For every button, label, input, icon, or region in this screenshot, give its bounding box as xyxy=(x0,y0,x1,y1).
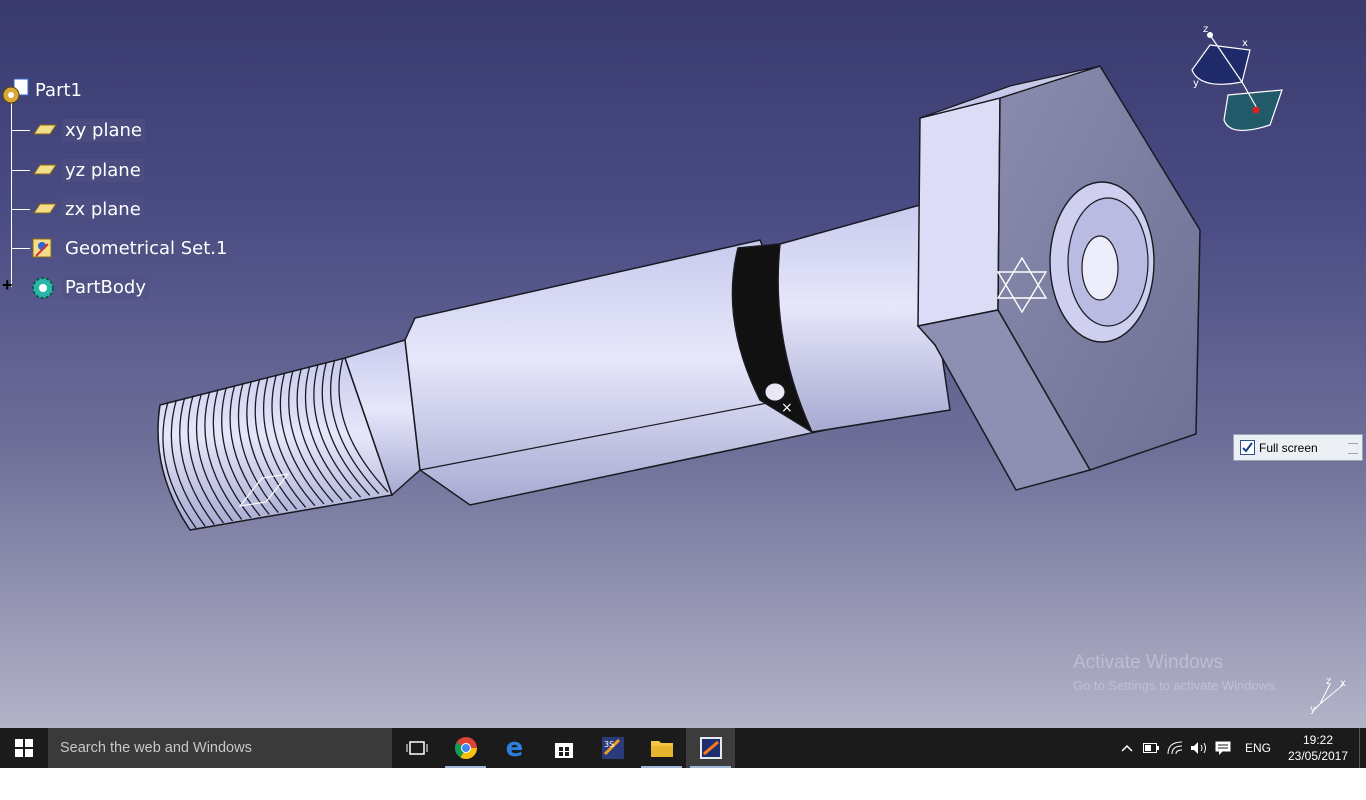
3d-compass[interactable]: z x y xyxy=(1180,20,1300,140)
windows-logo-icon xyxy=(15,739,33,757)
system-tray: ENG 19:22 23/05/2017 xyxy=(1115,728,1366,768)
battery-icon[interactable] xyxy=(1139,728,1163,768)
show-desktop-button[interactable] xyxy=(1359,728,1366,768)
tree-label-partbody[interactable]: PartBody xyxy=(62,275,149,299)
tree-label-yz-plane[interactable]: yz plane xyxy=(62,158,144,182)
chrome-taskbar-button[interactable] xyxy=(441,728,490,768)
expand-plus-icon[interactable]: + xyxy=(2,276,18,294)
tree-label-part1[interactable]: Part1 xyxy=(32,79,85,102)
tree-item-xy-plane[interactable]: xy plane xyxy=(12,118,145,142)
edge-icon: e xyxy=(505,733,524,763)
fullscreen-label[interactable]: Full screen xyxy=(1259,441,1318,455)
tree-item-yz-plane[interactable]: yz plane xyxy=(12,158,144,182)
tree-label-zx-plane[interactable]: zx plane xyxy=(62,197,144,221)
mini-axis-z: z xyxy=(1326,676,1331,687)
catia-app-icon xyxy=(699,737,722,759)
language-indicator[interactable]: ENG xyxy=(1235,741,1281,755)
store-taskbar-button[interactable] xyxy=(539,728,588,768)
point-marker: × xyxy=(781,400,793,416)
toolbar-grip-icon[interactable] xyxy=(1348,443,1358,454)
plane-icon xyxy=(30,158,58,182)
start-button[interactable] xyxy=(0,728,48,768)
file-explorer-icon xyxy=(650,741,673,757)
tree-item-partbody[interactable]: + PartBody xyxy=(2,275,149,299)
search-placeholder: Search the web and Windows xyxy=(60,740,252,756)
catia-launcher-icon: 3S xyxy=(601,737,624,759)
windows-taskbar: Search the web and Windows e 3S ENG 19:2… xyxy=(0,728,1366,768)
compass-x-label: x xyxy=(1242,38,1248,49)
activate-windows-watermark: Activate Windows Go to Settings to activ… xyxy=(1073,652,1278,693)
taskbar-clock[interactable]: 19:22 23/05/2017 xyxy=(1281,732,1355,764)
clock-date: 23/05/2017 xyxy=(1287,749,1349,763)
3d-viewport[interactable]: × Part1 xy plane yz plane zx plane Geome… xyxy=(0,0,1366,728)
svg-text:3S: 3S xyxy=(604,740,614,749)
fullscreen-checkbox[interactable] xyxy=(1240,440,1255,455)
catia-launcher-button[interactable]: 3S xyxy=(588,728,637,768)
hex-head xyxy=(916,65,1201,491)
mini-axis-x: x xyxy=(1340,678,1346,689)
check-icon xyxy=(1242,442,1253,453)
taskbar-search-box[interactable]: Search the web and Windows xyxy=(48,728,392,768)
part-gear-icon xyxy=(0,78,29,104)
specification-tree[interactable]: Part1 xy plane yz plane zx plane Geometr… xyxy=(0,72,260,312)
compass-y-label: y xyxy=(1193,78,1199,89)
action-center-icon[interactable] xyxy=(1211,728,1235,768)
file-explorer-button[interactable] xyxy=(637,728,686,768)
tree-root-part1[interactable]: Part1 xyxy=(0,78,85,104)
fullscreen-toolbar[interactable]: Full screen xyxy=(1233,434,1363,461)
watermark-title: Activate Windows xyxy=(1073,652,1223,673)
tree-label-geometrical-set[interactable]: Geometrical Set.1 xyxy=(62,236,231,260)
edge-taskbar-button[interactable]: e xyxy=(490,728,539,768)
store-icon xyxy=(554,743,573,758)
plane-icon xyxy=(30,197,58,221)
show-hidden-icons-chevron-icon[interactable] xyxy=(1115,728,1139,768)
partbody-gear-icon xyxy=(30,275,58,299)
geometrical-set-icon xyxy=(30,236,58,260)
watermark-subtitle: Go to Settings to activate Windows. xyxy=(1073,678,1279,693)
task-view-button[interactable] xyxy=(392,728,441,768)
tree-item-geometrical-set[interactable]: Geometrical Set.1 xyxy=(12,236,231,260)
tree-item-zx-plane[interactable]: zx plane xyxy=(12,197,144,221)
chrome-icon xyxy=(454,737,477,759)
wifi-icon[interactable] xyxy=(1163,728,1187,768)
tree-label-xy-plane[interactable]: xy plane xyxy=(62,118,145,142)
volume-icon[interactable] xyxy=(1187,728,1211,768)
compass-z-label: z xyxy=(1203,24,1208,35)
mini-axis-y: y xyxy=(1310,704,1316,714)
catia-app-button[interactable] xyxy=(686,728,735,768)
clock-time: 19:22 xyxy=(1302,733,1334,747)
task-view-icon xyxy=(406,741,427,755)
mini-axis-icon: x z y xyxy=(1310,676,1346,714)
plane-icon xyxy=(30,118,58,142)
